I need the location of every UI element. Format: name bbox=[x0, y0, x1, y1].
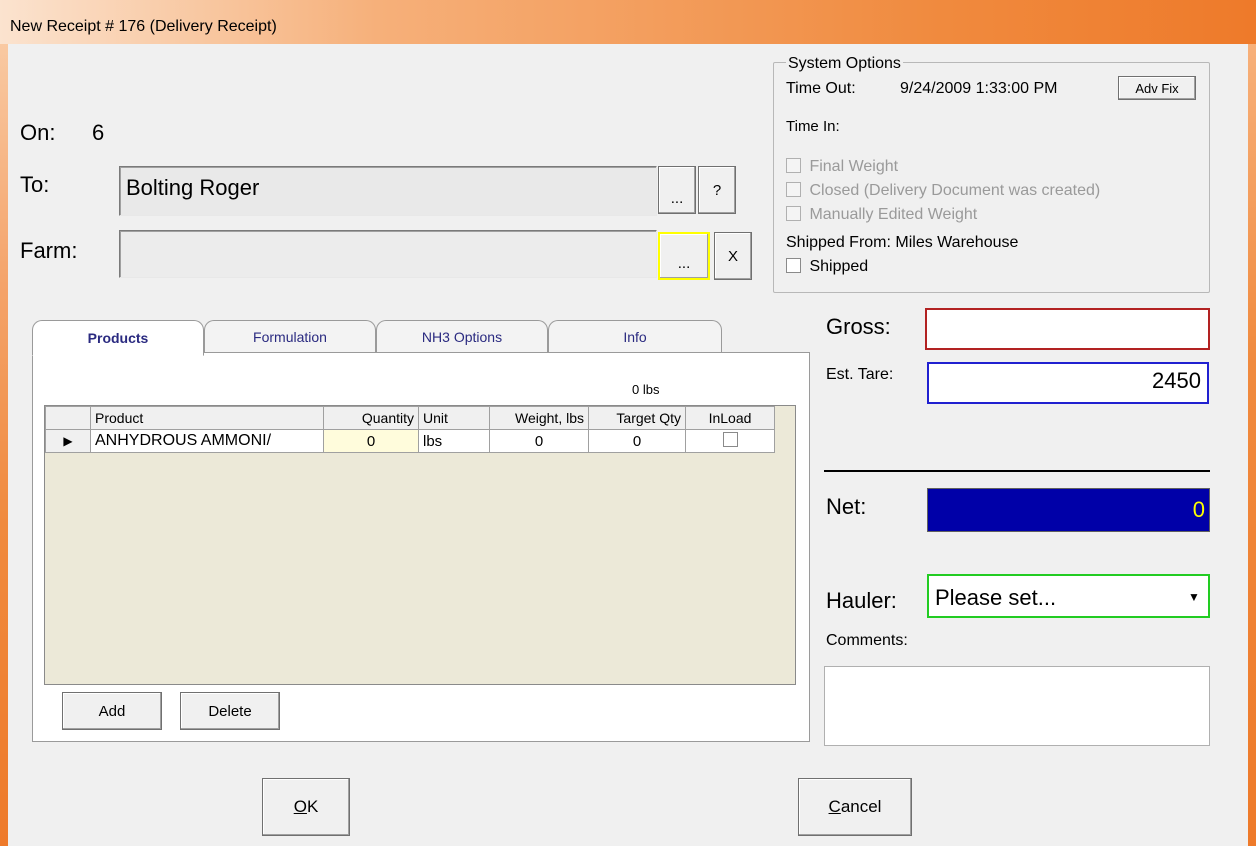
inload-checkbox[interactable] bbox=[722, 432, 738, 447]
farm-field[interactable] bbox=[119, 230, 657, 278]
manually-edited-check-box bbox=[786, 206, 801, 221]
products-grid[interactable]: Product Quantity Unit Weight, lbs Target… bbox=[44, 405, 796, 685]
final-weight-check-box bbox=[786, 158, 801, 173]
farm-browse-button[interactable]: ... bbox=[658, 232, 710, 280]
closed-check-box bbox=[786, 182, 801, 197]
shipped-from-text: Shipped From: Miles Warehouse bbox=[786, 234, 1019, 251]
column-header-inload[interactable]: InLoad bbox=[685, 406, 775, 430]
manually-edited-checkbox: Manually Edited Weight bbox=[786, 206, 977, 226]
final-weight-checkbox: Final Weight bbox=[786, 158, 898, 178]
time-out-value: 9/24/2009 1:33:00 PM bbox=[900, 80, 1058, 97]
hauler-dropdown[interactable]: Please set... ▼ bbox=[927, 574, 1210, 618]
cancel-label: ancel bbox=[840, 797, 882, 816]
table-row[interactable]: ▶ ANHYDROUS AMMONI/ 0 lbs 0 0 bbox=[45, 429, 775, 453]
time-out-label: Time Out: bbox=[786, 80, 856, 97]
add-button[interactable]: Add bbox=[62, 692, 162, 730]
row-indicator-header bbox=[45, 406, 91, 430]
column-header-unit[interactable]: Unit bbox=[418, 406, 490, 430]
cell-unit[interactable]: lbs bbox=[418, 429, 490, 453]
cell-weight[interactable]: 0 bbox=[489, 429, 589, 453]
est-tare-label: Est. Tare: bbox=[826, 366, 894, 383]
window-frame-left bbox=[0, 44, 8, 846]
tab-nh3-options[interactable]: NH3 Options bbox=[376, 320, 548, 352]
tab-products[interactable]: Products bbox=[32, 320, 204, 356]
column-header-quantity[interactable]: Quantity bbox=[323, 406, 419, 430]
products-table: Product Quantity Unit Weight, lbs Target… bbox=[45, 406, 775, 453]
final-weight-text: Final Weight bbox=[809, 158, 899, 175]
to-browse-button[interactable]: ... bbox=[658, 166, 696, 214]
farm-label: Farm: bbox=[20, 238, 78, 263]
cell-quantity[interactable]: 0 bbox=[323, 429, 419, 453]
closed-checkbox: Closed (Delivery Document was created) bbox=[786, 182, 1100, 202]
comments-field[interactable] bbox=[824, 666, 1210, 746]
tab-info[interactable]: Info bbox=[548, 320, 722, 352]
to-help-button[interactable]: ? bbox=[698, 166, 736, 214]
cell-inload[interactable] bbox=[685, 429, 775, 453]
divider bbox=[824, 470, 1210, 472]
comments-label: Comments: bbox=[826, 632, 908, 649]
tab-formulation[interactable]: Formulation bbox=[204, 320, 376, 352]
cell-target-qty[interactable]: 0 bbox=[588, 429, 686, 453]
shipped-check-box[interactable] bbox=[786, 258, 801, 273]
est-tare-field[interactable]: 2450 bbox=[927, 362, 1209, 404]
shipped-text: Shipped bbox=[809, 258, 869, 275]
gross-field[interactable] bbox=[925, 308, 1210, 350]
column-header-weight[interactable]: Weight, lbs bbox=[489, 406, 589, 430]
net-label: Net: bbox=[826, 494, 867, 519]
to-label: To: bbox=[20, 172, 50, 197]
net-field: 0 bbox=[927, 488, 1210, 532]
cell-product[interactable]: ANHYDROUS AMMONI/ bbox=[90, 429, 324, 453]
cancel-accelerator: C bbox=[828, 797, 841, 816]
window-frame-right bbox=[1248, 44, 1256, 846]
chevron-down-icon[interactable]: ▼ bbox=[1183, 584, 1205, 610]
hauler-selected-value: Please set... bbox=[935, 585, 1057, 610]
on-label: On: bbox=[20, 120, 56, 145]
farm-clear-button[interactable]: X bbox=[714, 232, 752, 280]
column-header-target-qty[interactable]: Target Qty bbox=[588, 406, 686, 430]
ok-label: K bbox=[306, 797, 319, 816]
manually-edited-text: Manually Edited Weight bbox=[809, 206, 978, 223]
products-header-row: Product Quantity Unit Weight, lbs Target… bbox=[45, 406, 775, 430]
row-indicator-icon: ▶ bbox=[45, 429, 91, 453]
shipped-checkbox[interactable]: Shipped bbox=[786, 258, 868, 278]
adv-fix-button[interactable]: Adv Fix bbox=[1118, 76, 1196, 100]
closed-text: Closed (Delivery Document was created) bbox=[809, 182, 1101, 199]
on-value: 6 bbox=[92, 120, 105, 145]
total-weight-label: 0 lbs bbox=[632, 382, 660, 397]
cancel-button[interactable]: Cancel bbox=[798, 778, 912, 836]
ok-accelerator: O bbox=[293, 797, 307, 816]
delete-button[interactable]: Delete bbox=[180, 692, 280, 730]
to-field-value: Bolting Roger bbox=[126, 175, 260, 200]
window-title: New Receipt # 176 (Delivery Receipt) bbox=[10, 18, 277, 35]
hauler-label: Hauler: bbox=[826, 588, 897, 613]
gross-label: Gross: bbox=[826, 314, 891, 339]
ok-button[interactable]: OK bbox=[262, 778, 350, 836]
time-in-label: Time In: bbox=[786, 118, 840, 135]
to-field[interactable]: Bolting Roger bbox=[119, 166, 657, 216]
column-header-product[interactable]: Product bbox=[90, 406, 324, 430]
system-options-title: System Options bbox=[786, 55, 903, 73]
